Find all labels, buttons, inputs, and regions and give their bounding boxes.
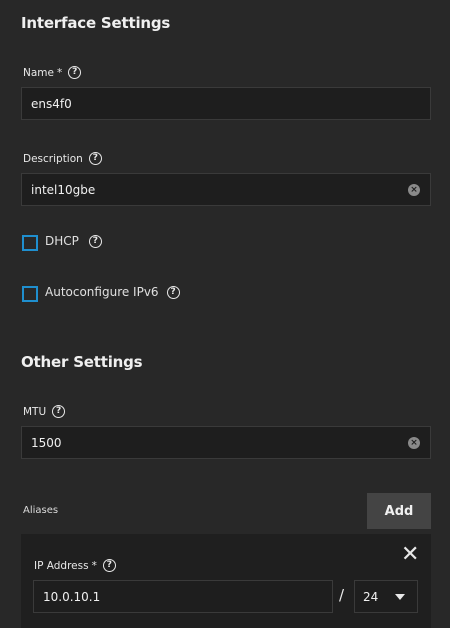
ip-address-input[interactable]: 10.0.10.1 [33,580,333,613]
dhcp-label[interactable]: DHCP [45,234,79,248]
required-mark: * [56,66,63,79]
netmask-separator: / [339,586,345,604]
required-mark: * [91,559,97,572]
name-label-row: Name * ? [23,66,82,79]
chevron-down-icon [395,594,405,600]
help-icon[interactable]: ? [52,405,66,418]
name-input[interactable]: ens4f0 [21,87,431,120]
mtu-label-row: MTU ? [23,405,66,418]
name-value: ens4f0 [31,96,72,111]
help-icon[interactable]: ? [102,559,116,572]
ipv6-label-row: Autoconfigure IPv6 ? [45,285,180,299]
dhcp-label-row: DHCP ? [45,234,102,248]
ipv6-checkbox[interactable] [22,286,38,302]
mtu-value: 1500 [31,435,62,450]
mtu-label: MTU [23,405,47,418]
ip-address-label: IP Address [34,559,89,572]
description-label: Description [23,152,83,165]
help-icon[interactable]: ? [68,66,82,79]
dhcp-checkbox[interactable] [22,235,38,251]
alias-panel: ✕ IP Address * ? 10.0.10.1 / 24 [21,534,431,628]
description-label-row: Description ? [23,152,102,165]
close-icon[interactable]: ✕ [401,544,419,566]
help-icon[interactable]: ? [88,234,102,248]
ipv6-label[interactable]: Autoconfigure IPv6 [45,285,159,299]
description-input[interactable]: intel10gbe × [21,173,431,206]
add-alias-button[interactable]: Add [367,493,431,529]
ip-address-value: 10.0.10.1 [43,589,101,604]
mtu-input[interactable]: 1500 × [21,426,431,459]
interface-settings-title: Interface Settings [21,14,171,32]
description-value: intel10gbe [31,182,96,197]
clear-icon[interactable]: × [408,184,420,196]
netmask-select[interactable]: 24 [354,580,418,613]
aliases-label: Aliases [23,505,59,516]
ip-label-row: IP Address * ? [34,559,116,572]
other-settings-title: Other Settings [21,353,143,371]
netmask-value: 24 [363,589,379,604]
help-icon[interactable]: ? [88,152,102,165]
clear-icon[interactable]: × [408,437,420,449]
help-icon[interactable]: ? [166,285,180,299]
name-label: Name [23,66,54,79]
